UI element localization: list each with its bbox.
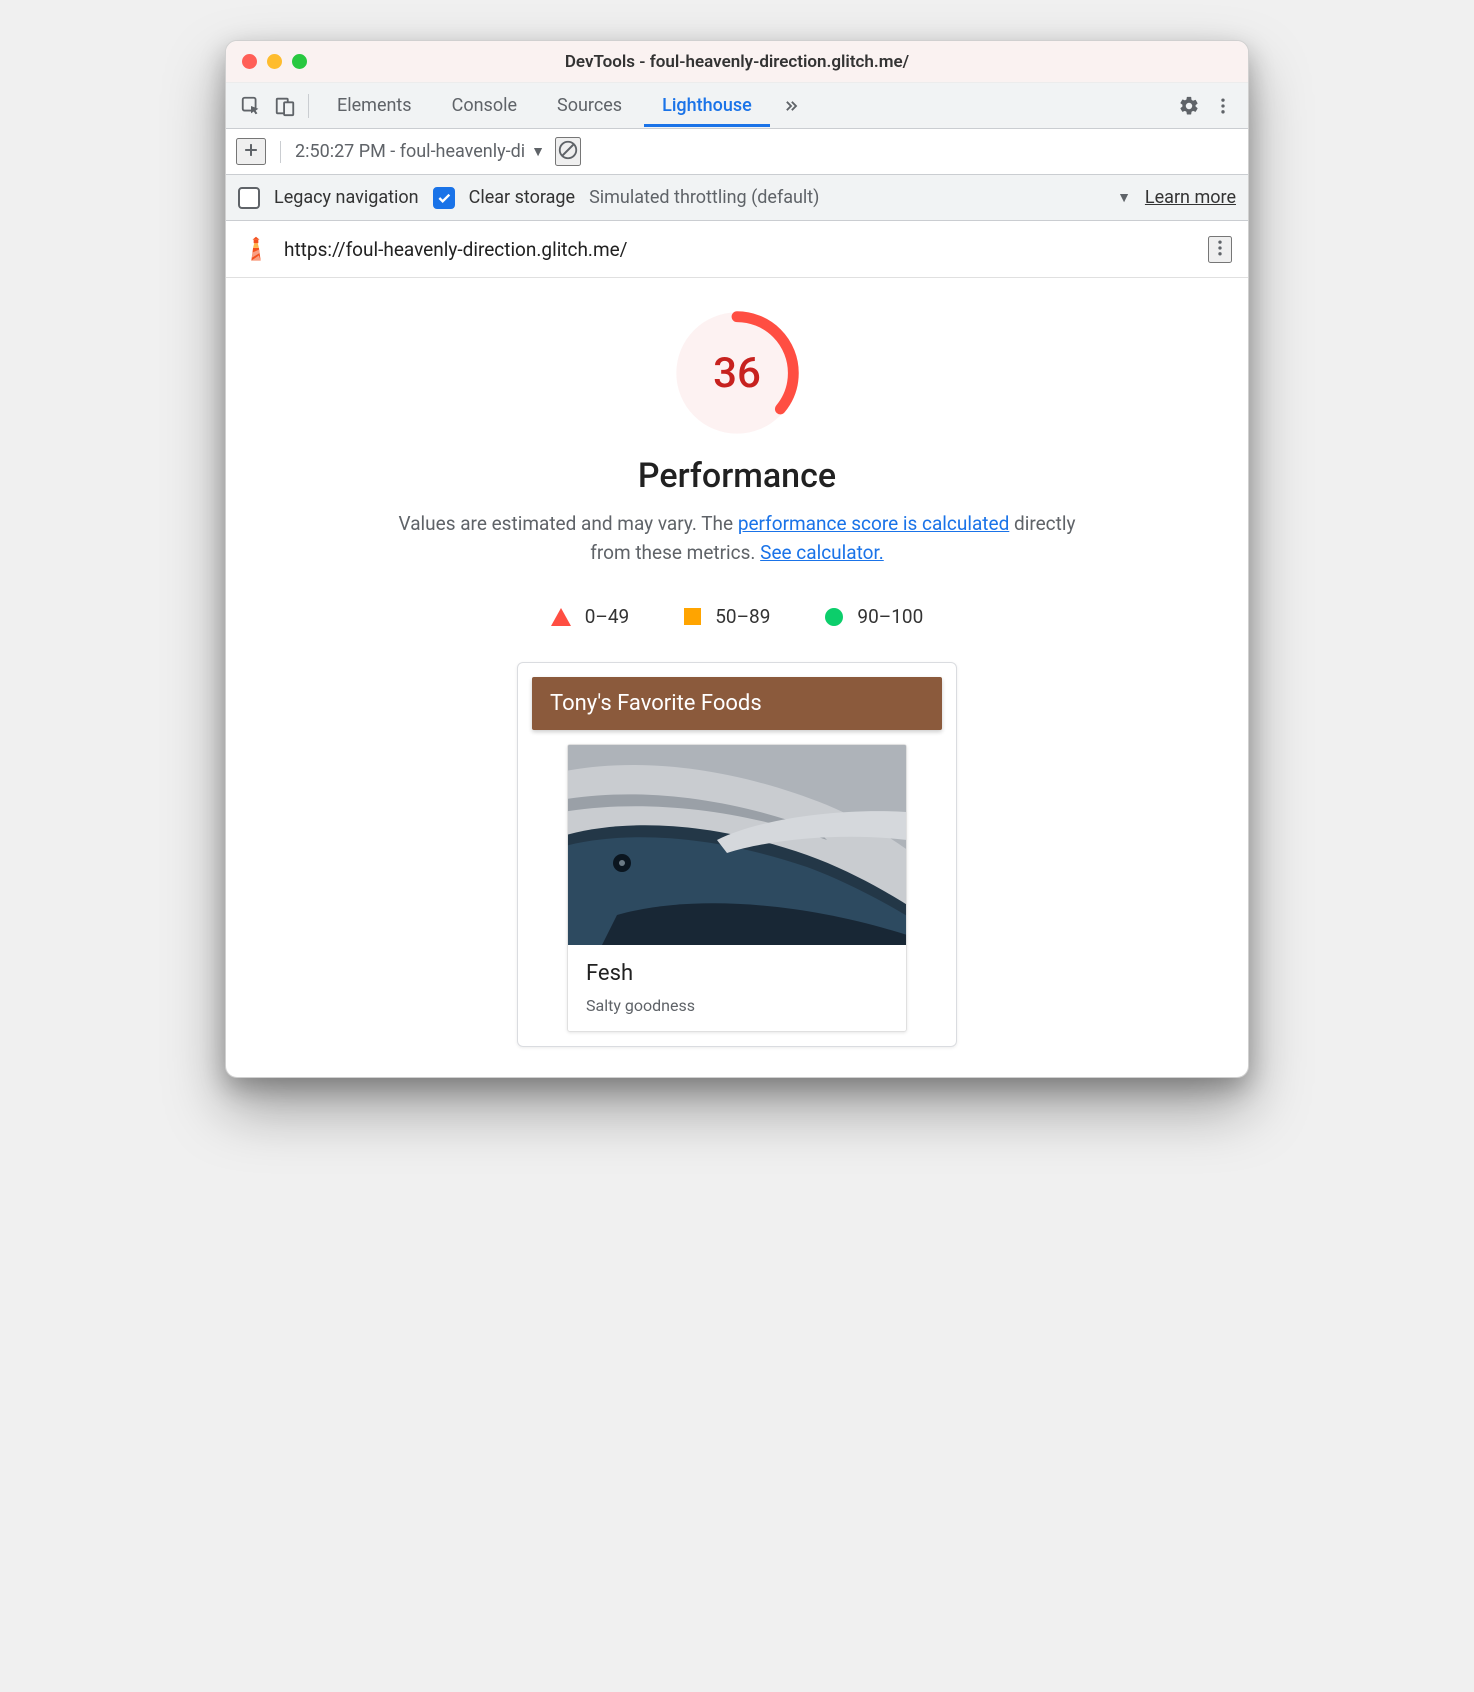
clear-storage-checkbox[interactable] <box>433 187 455 209</box>
food-item-subtitle: Salty goodness <box>586 996 888 1015</box>
kebab-menu-icon[interactable] <box>1206 89 1240 123</box>
learn-more-link[interactable]: Learn more <box>1145 187 1236 208</box>
score-calc-link[interactable]: performance score is calculated <box>738 512 1009 535</box>
device-toggle-icon[interactable] <box>268 89 302 123</box>
lighthouse-icon <box>242 235 270 263</box>
category-title: Performance <box>638 456 836 496</box>
legacy-nav-checkbox[interactable] <box>238 187 260 209</box>
chevron-down-icon: ▼ <box>531 143 545 160</box>
throttling-label: Simulated throttling (default) <box>589 187 819 208</box>
throttling-dropdown-icon[interactable]: ▼ <box>1117 189 1131 206</box>
page-screenshot: Tony's Favorite Foods <box>517 662 957 1047</box>
legacy-nav-label: Legacy navigation <box>274 187 419 208</box>
category-description: Values are estimated and may vary. The p… <box>377 510 1097 567</box>
window-title: DevTools - foul-heavenly-direction.glitc… <box>226 52 1248 72</box>
tab-sources[interactable]: Sources <box>539 84 640 127</box>
score-gauge: 36 <box>672 308 802 438</box>
legend-fail: 0–49 <box>551 605 630 628</box>
clear-report-icon[interactable] <box>555 137 581 166</box>
tab-elements[interactable]: Elements <box>319 84 430 127</box>
minimize-window-button[interactable] <box>267 54 282 69</box>
see-calculator-link[interactable]: See calculator. <box>760 541 884 564</box>
panel-tabs: Elements Console Sources Lighthouse <box>319 84 808 127</box>
report-timestamp: 2:50:27 PM - foul-heavenly-di <box>295 141 525 162</box>
score-legend: 0–49 50–89 90–100 <box>226 605 1248 628</box>
legend-average: 50–89 <box>684 605 770 628</box>
square-icon <box>684 608 701 625</box>
food-item-name: Fesh <box>586 961 888 986</box>
screenshot-banner: Tony's Favorite Foods <box>532 677 942 730</box>
new-report-button[interactable] <box>236 138 266 165</box>
devtools-tabbar: Elements Console Sources Lighthouse <box>226 83 1248 129</box>
tab-lighthouse[interactable]: Lighthouse <box>644 84 770 127</box>
window-titlebar: DevTools - foul-heavenly-direction.glitc… <box>226 41 1248 83</box>
devtools-window: DevTools - foul-heavenly-direction.glitc… <box>225 40 1249 1078</box>
performance-gauge-section: 36 Performance Values are estimated and … <box>226 278 1248 577</box>
traffic-lights <box>226 54 307 69</box>
inspect-element-icon[interactable] <box>234 89 268 123</box>
lighthouse-toolbar: 2:50:27 PM - foul-heavenly-di ▼ <box>226 129 1248 175</box>
report-url: https://foul-heavenly-direction.glitch.m… <box>284 238 628 261</box>
lighthouse-options-bar: Legacy navigation Clear storage Simulate… <box>226 175 1248 221</box>
score-value: 36 <box>672 308 802 438</box>
screenshot-food-card: Fesh Salty goodness <box>567 744 907 1032</box>
report-header: https://foul-heavenly-direction.glitch.m… <box>226 221 1248 278</box>
more-tabs-icon[interactable] <box>774 89 808 123</box>
tab-console[interactable]: Console <box>434 84 535 127</box>
triangle-icon <box>551 608 571 626</box>
report-selector[interactable]: 2:50:27 PM - foul-heavenly-di ▼ <box>295 141 545 162</box>
close-window-button[interactable] <box>242 54 257 69</box>
zoom-window-button[interactable] <box>292 54 307 69</box>
clear-storage-label: Clear storage <box>469 187 575 208</box>
separator <box>308 94 309 118</box>
settings-icon[interactable] <box>1172 89 1206 123</box>
report-menu-icon[interactable] <box>1208 236 1232 263</box>
screenshot-fish-image <box>568 745 906 945</box>
legend-pass: 90–100 <box>825 605 923 628</box>
circle-icon <box>825 608 843 626</box>
